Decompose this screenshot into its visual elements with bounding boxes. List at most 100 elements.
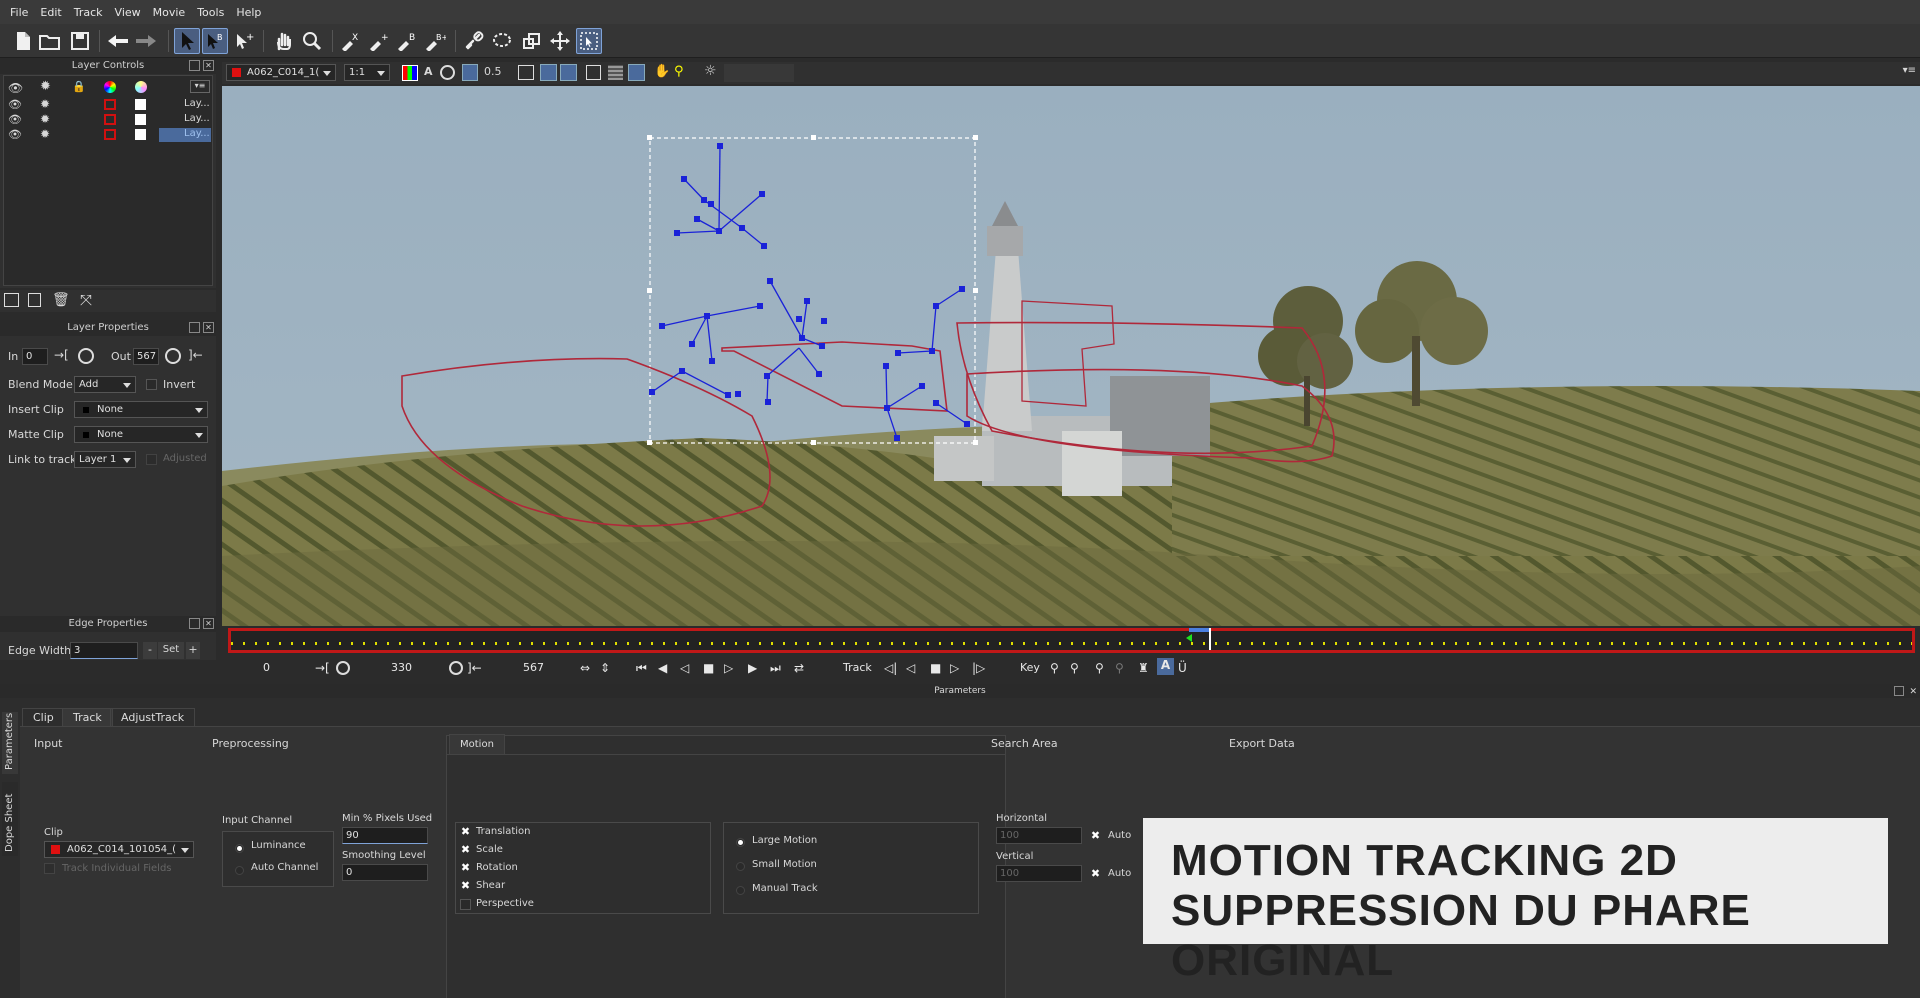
redo-arrow-icon[interactable] xyxy=(133,28,159,54)
add-spline-point-icon[interactable]: + xyxy=(366,28,392,54)
edge-width-field[interactable]: 3 xyxy=(70,642,138,659)
matte-swatch[interactable] xyxy=(135,129,146,140)
zoom-magnifier-icon[interactable] xyxy=(299,28,325,54)
go-to-end-icon[interactable]: ⏭ xyxy=(770,661,781,676)
overlay-toggle-icon[interactable] xyxy=(440,65,455,80)
range-start[interactable]: 0 xyxy=(263,661,270,674)
delete-point-icon[interactable]: X xyxy=(338,28,364,54)
track-fields-checkbox[interactable] xyxy=(44,863,55,874)
visibility-eye-icon[interactable]: 👁 xyxy=(8,113,22,126)
layer-name[interactable]: Lay... xyxy=(159,113,211,127)
adjusted-checkbox[interactable] xyxy=(146,454,157,465)
bspline-add-icon[interactable]: B+ xyxy=(422,28,448,54)
smoothing-field[interactable]: 0 xyxy=(342,864,428,881)
close-icon[interactable]: ✕ xyxy=(203,60,214,71)
split-view-icon[interactable] xyxy=(540,64,557,81)
set-out-icon[interactable]: ]← xyxy=(467,661,482,675)
go-to-start-icon[interactable]: ⏮ xyxy=(636,661,647,676)
matte-clip-select[interactable]: None xyxy=(74,426,208,443)
track-clip-select[interactable]: A062_C014_101054_( xyxy=(44,841,194,858)
manual-track-radio[interactable] xyxy=(736,886,745,895)
layer-name[interactable]: Lay... xyxy=(159,98,211,112)
blend-mode-select[interactable]: Add xyxy=(74,376,136,393)
select-tool-icon[interactable] xyxy=(174,28,200,54)
edge-width-decrease-button[interactable]: - xyxy=(143,642,157,659)
save-icon[interactable] xyxy=(67,28,93,54)
grid-icon[interactable] xyxy=(608,65,623,80)
min-pixels-field[interactable]: 90 xyxy=(342,827,428,844)
layer-row[interactable]: 👁 ✹ Lay... xyxy=(4,112,212,128)
sun-icon[interactable]: ✹ xyxy=(40,127,50,141)
tab-track[interactable]: Track xyxy=(62,708,113,726)
layer-name[interactable]: Lay... xyxy=(159,128,211,142)
vertical-auto-checkbox[interactable]: ✖ xyxy=(1090,868,1101,880)
current-frame[interactable]: 330 xyxy=(391,661,412,674)
translation-checkbox[interactable]: ✖ xyxy=(460,826,471,838)
set-out-icon[interactable]: ]← xyxy=(188,348,203,362)
add-key-icon[interactable]: ⚲ xyxy=(1070,661,1079,675)
trash-icon[interactable]: 🗑 xyxy=(52,292,70,308)
scale-transform-icon[interactable] xyxy=(519,28,545,54)
step-forward-icon[interactable]: ▶ xyxy=(748,661,757,675)
luminance-radio[interactable] xyxy=(235,844,244,853)
visibility-eye-icon[interactable]: 👁 xyxy=(8,98,22,111)
auto-channel-radio[interactable] xyxy=(235,866,244,875)
link-to-track-select[interactable]: Layer 1 xyxy=(74,451,136,468)
menu-help[interactable]: Help xyxy=(236,6,261,19)
out-keyframe-icon[interactable] xyxy=(165,348,181,364)
add-point-tool-icon[interactable]: + xyxy=(231,28,257,54)
select-bspline-tool-icon[interactable]: B xyxy=(202,28,228,54)
prev-key-icon[interactable]: ⚲ xyxy=(1050,661,1059,675)
menu-track[interactable]: Track xyxy=(74,6,103,19)
in-keyframe-icon[interactable] xyxy=(336,661,350,675)
color-wheel-icon[interactable] xyxy=(104,81,116,93)
lock-icon[interactable]: 🔒 xyxy=(72,80,86,93)
insert-clip-select[interactable]: None xyxy=(74,401,208,418)
viewer-menu-icon[interactable]: ▾≡ xyxy=(1903,65,1916,76)
side-tab-parameters[interactable]: Parameters xyxy=(2,712,18,774)
hand-pan-icon[interactable] xyxy=(270,28,296,54)
duplicate-layer-icon[interactable] xyxy=(28,293,41,307)
edge-width-increase-button[interactable]: + xyxy=(186,642,200,659)
brightness-icon[interactable]: ☼ xyxy=(704,63,717,79)
side-tab-dope-sheet[interactable]: Dope Sheet xyxy=(2,782,18,856)
compare-view-icon[interactable] xyxy=(560,64,577,81)
track-step-forward-icon[interactable]: ▷ xyxy=(950,661,959,675)
tab-motion[interactable]: Motion xyxy=(449,734,505,754)
brightness-slider[interactable] xyxy=(724,64,794,82)
uberkey-icon[interactable]: Ü xyxy=(1178,661,1187,675)
layer-menu-icon[interactable]: ▾≡ xyxy=(190,80,210,93)
large-motion-radio[interactable] xyxy=(736,838,745,847)
magnifier-view-icon[interactable] xyxy=(628,64,645,81)
track-step-back-icon[interactable]: ◁ xyxy=(906,661,915,675)
matte-swatch[interactable] xyxy=(135,114,146,125)
alpha-channel-icon[interactable]: A xyxy=(424,65,433,78)
play-backward-icon[interactable]: ◁ xyxy=(680,661,689,675)
in-field[interactable]: 0 xyxy=(22,348,48,365)
sun-icon[interactable]: ✹ xyxy=(40,112,50,126)
in-keyframe-icon[interactable] xyxy=(78,348,94,364)
new-file-icon[interactable] xyxy=(10,28,36,54)
layer-color-swatch[interactable] xyxy=(104,114,116,125)
out-field[interactable]: 567 xyxy=(133,348,159,365)
delete-key-icon[interactable]: ⚲ xyxy=(1115,661,1124,675)
track-stop-icon[interactable]: ■ xyxy=(930,661,941,675)
display-mode-icon[interactable] xyxy=(518,65,534,80)
shear-checkbox[interactable]: ✖ xyxy=(460,880,471,892)
lasso-icon[interactable] xyxy=(489,28,515,54)
small-motion-radio[interactable] xyxy=(736,862,745,871)
matte-swatch[interactable] xyxy=(135,99,146,110)
fit-range-icon[interactable]: ⇔ xyxy=(580,661,590,675)
menu-edit[interactable]: Edit xyxy=(40,6,61,19)
layer-row[interactable]: 👁 ✹ Lay... xyxy=(4,97,212,113)
sun-icon[interactable]: ✹ xyxy=(40,97,50,111)
expand-arrows-icon[interactable]: ⤧ xyxy=(80,291,92,309)
menu-view[interactable]: View xyxy=(115,6,141,19)
loop-icon[interactable]: ⇄ xyxy=(794,661,804,675)
step-back-icon[interactable]: ◀ xyxy=(658,661,667,675)
bspline-pen-icon[interactable]: B xyxy=(394,28,420,54)
out-keyframe-icon[interactable] xyxy=(449,661,463,675)
visibility-eye-icon[interactable]: 👁 xyxy=(8,128,22,141)
layer-row[interactable]: 👁 ✹ Lay... xyxy=(4,127,212,143)
invert-checkbox[interactable] xyxy=(146,379,157,390)
